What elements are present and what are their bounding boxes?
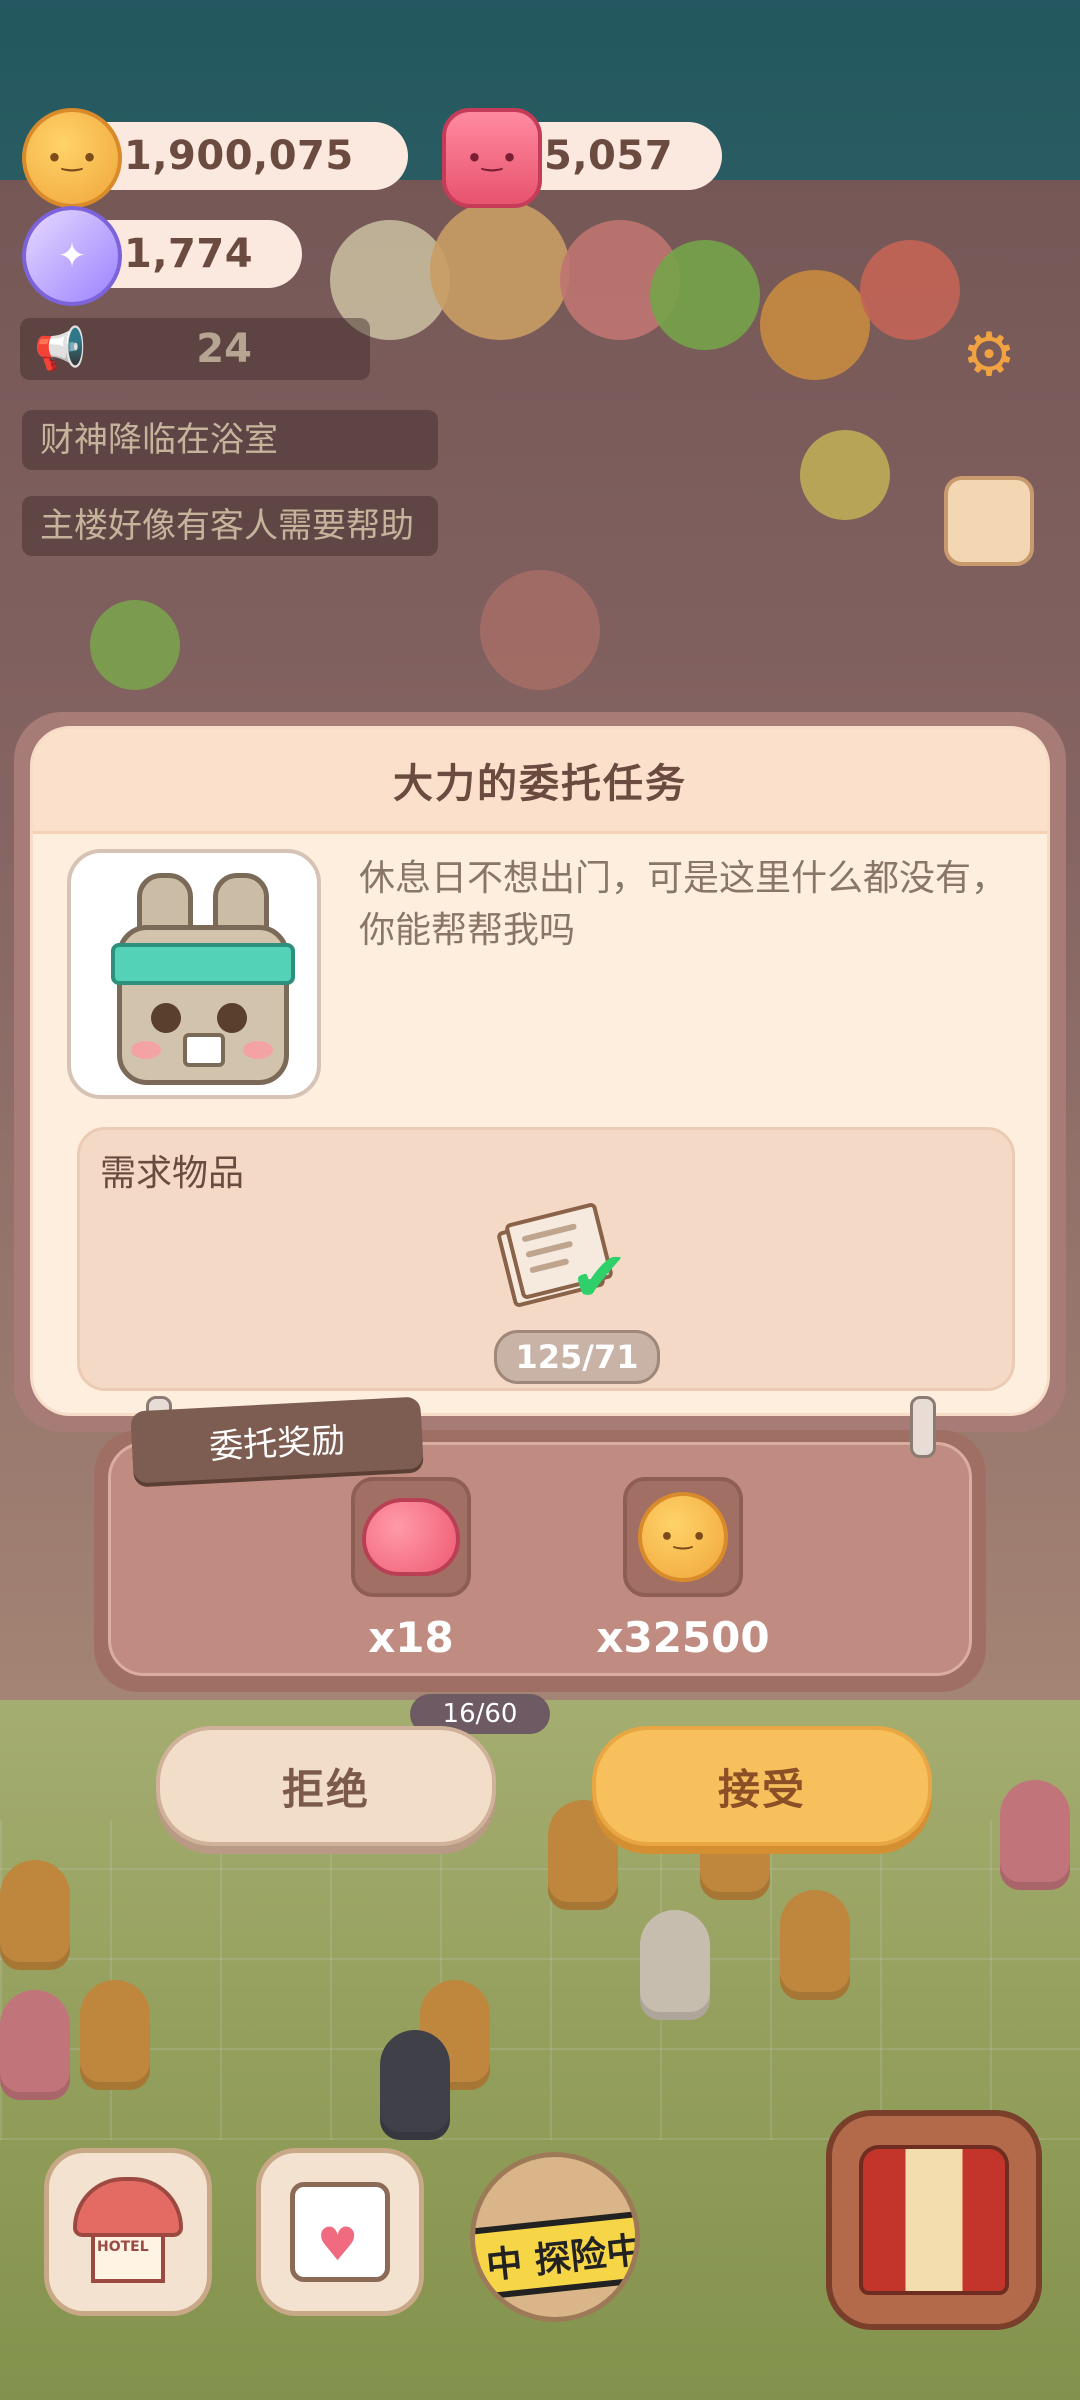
candy-icon <box>22 206 122 306</box>
reward-tag: 委托奖励 <box>130 1396 424 1484</box>
bunny-eye <box>217 1003 247 1033</box>
cookie-counter: 1,900,075 <box>22 108 408 208</box>
announcement-count: 24 <box>196 326 252 372</box>
quest-title: 大力的委托任务 <box>393 761 687 807</box>
theater-nav-button[interactable] <box>826 2110 1042 2330</box>
checkmark-icon: ✔ <box>570 1236 629 1318</box>
theater-icon <box>859 2145 1009 2295</box>
accept-button[interactable]: 接受 <box>592 1726 932 1846</box>
quest-dialog-header: 大力的委托任务 <box>33 729 1047 834</box>
quest-dialog: 大力的委托任务 休息日不想出门，可是这里什么都没有，你能帮帮我吗 需求物品 ✔ … <box>14 712 1066 1432</box>
calendar-heart-icon: ♥ <box>290 2182 390 2282</box>
stamp-card-icon[interactable] <box>944 476 1034 566</box>
newspaper-line <box>525 1240 574 1259</box>
newspaper-line <box>529 1258 570 1274</box>
jam-counter: 5,057 <box>442 108 722 208</box>
candy-count: 1,774 <box>124 231 254 277</box>
event-message-text: 主楼好像有客人需要帮助 <box>40 506 414 546</box>
jam-icon <box>442 108 542 208</box>
cookie-icon <box>22 108 122 208</box>
bunny-headband <box>111 943 295 985</box>
adventure-tape-label: 中 探险中 <box>475 2206 635 2304</box>
jam-count: 5,057 <box>544 133 674 179</box>
bunny-mouth <box>183 1033 225 1067</box>
settings-gear-icon[interactable]: ⚙ <box>944 310 1034 400</box>
bunny-cheek <box>243 1041 273 1059</box>
client-portrait <box>67 849 321 1099</box>
required-items-title: 需求物品 <box>100 1153 245 1194</box>
reward-qty-cookie: x32500 <box>596 1613 770 1662</box>
event-message[interactable]: 财神降临在浴室 <box>22 410 438 470</box>
newspaper-line <box>521 1223 578 1243</box>
hotel-label: HOTEL <box>97 2239 149 2255</box>
hotel-icon: HOTEL <box>73 2177 183 2287</box>
reward-qty-heart: x18 <box>368 1613 454 1662</box>
heart-icon: ♥ <box>317 2217 359 2271</box>
event-message[interactable]: 主楼好像有客人需要帮助 <box>22 496 438 556</box>
required-items-box: 需求物品 ✔ 125/71 <box>77 1127 1015 1391</box>
calendar-nav-button[interactable]: ♥ <box>256 2148 424 2316</box>
quest-dialog-body: 大力的委托任务 休息日不想出门，可是这里什么都没有，你能帮帮我吗 需求物品 ✔ … <box>30 726 1050 1416</box>
hook-decoration <box>910 1396 936 1458</box>
reward-tag-label: 委托奖励 <box>208 1419 347 1468</box>
heart-icon <box>362 1498 460 1576</box>
candy-counter: 1,774 <box>22 206 302 306</box>
event-message-text: 财神降临在浴室 <box>40 420 278 460</box>
newspaper-icon: ✔ <box>495 1201 629 1318</box>
reject-button[interactable]: 拒绝 <box>156 1726 496 1846</box>
reward-slot-heart <box>351 1477 471 1597</box>
cookie-icon: •‿• <box>638 1492 728 1582</box>
reward-slot-cookie: •‿• <box>623 1477 743 1597</box>
cookie-count: 1,900,075 <box>124 133 354 179</box>
bunny-eye <box>151 1003 181 1033</box>
item-count-badge: 125/71 <box>494 1330 660 1384</box>
bunny-cheek <box>131 1041 161 1059</box>
announcement-bar[interactable]: 📢 24 <box>20 318 370 380</box>
megaphone-icon: 📢 <box>34 324 87 373</box>
hotel-nav-button[interactable]: HOTEL <box>44 2148 212 2316</box>
hotel-roof <box>73 2177 183 2237</box>
quest-description: 休息日不想出门，可是这里什么都没有，你能帮帮我吗 <box>359 858 1008 951</box>
adventure-nav-button[interactable]: 中 探险中 <box>470 2152 640 2322</box>
